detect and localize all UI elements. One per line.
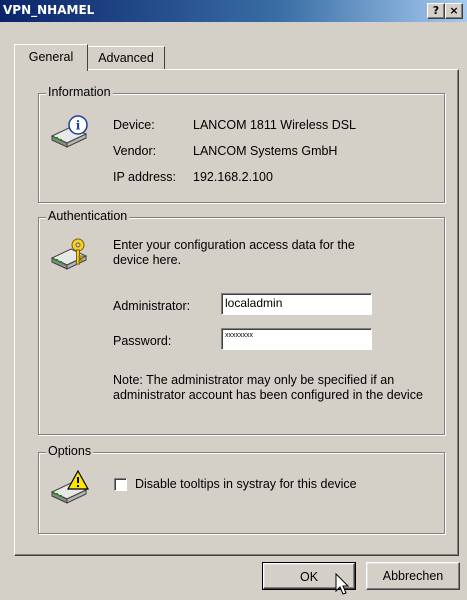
ok-button-label: OK [299, 570, 319, 584]
options-group: Options Disable tooltips in systray for … [38, 444, 445, 534]
administrator-input[interactable]: localadmin [221, 293, 372, 315]
device-info-icon: i [49, 114, 91, 150]
cancel-button[interactable]: Abbrechen [366, 562, 460, 590]
device-label: Device: [113, 118, 155, 132]
authentication-group: Authentication Enter your configuration … [38, 209, 445, 435]
tab-panel-general: Information i Device: LANCOM 1811 Wirele… [14, 69, 459, 556]
help-button[interactable]: ? [427, 3, 445, 19]
device-value: LANCOM 1811 Wireless DSL [193, 118, 357, 132]
information-group: Information i Device: LANCOM 1811 Wirele… [38, 85, 445, 203]
device-warning-icon [49, 469, 91, 506]
vendor-label: Vendor: [113, 144, 157, 158]
window-title: VPN_NHAMEL [3, 3, 95, 17]
disable-tooltips-label[interactable]: Disable tooltips in systray for this dev… [135, 477, 357, 491]
ip-address-value: 192.168.2.100 [193, 170, 273, 184]
disable-tooltips-checkbox[interactable] [114, 478, 127, 491]
ip-address-label: IP address: [113, 170, 177, 184]
tab-advanced[interactable]: Advanced [87, 46, 165, 69]
administrator-label: Administrator: [113, 299, 191, 313]
options-legend: Options [46, 444, 94, 458]
tab-general[interactable]: General [14, 44, 88, 71]
cancel-button-label: Abbrechen [382, 569, 444, 583]
device-key-icon [49, 236, 91, 272]
close-button[interactable]: × [445, 3, 463, 19]
title-bar[interactable]: VPN_NHAMEL ? × [0, 0, 467, 22]
password-input[interactable]: xxxxxxxx [221, 328, 372, 350]
authentication-intro: Enter your configuration access data for… [113, 238, 355, 267]
mouse-cursor-icon [335, 572, 351, 597]
administrator-note: Note: The administrator may only be spec… [113, 373, 423, 402]
tab-general-label: General [28, 50, 74, 64]
svg-text:i: i [76, 119, 81, 133]
authentication-legend: Authentication [46, 209, 130, 223]
password-label: Password: [113, 334, 172, 348]
information-legend: Information [46, 85, 113, 99]
tab-advanced-label: Advanced [98, 51, 154, 65]
vendor-value: LANCOM Systems GmbH [193, 144, 338, 158]
